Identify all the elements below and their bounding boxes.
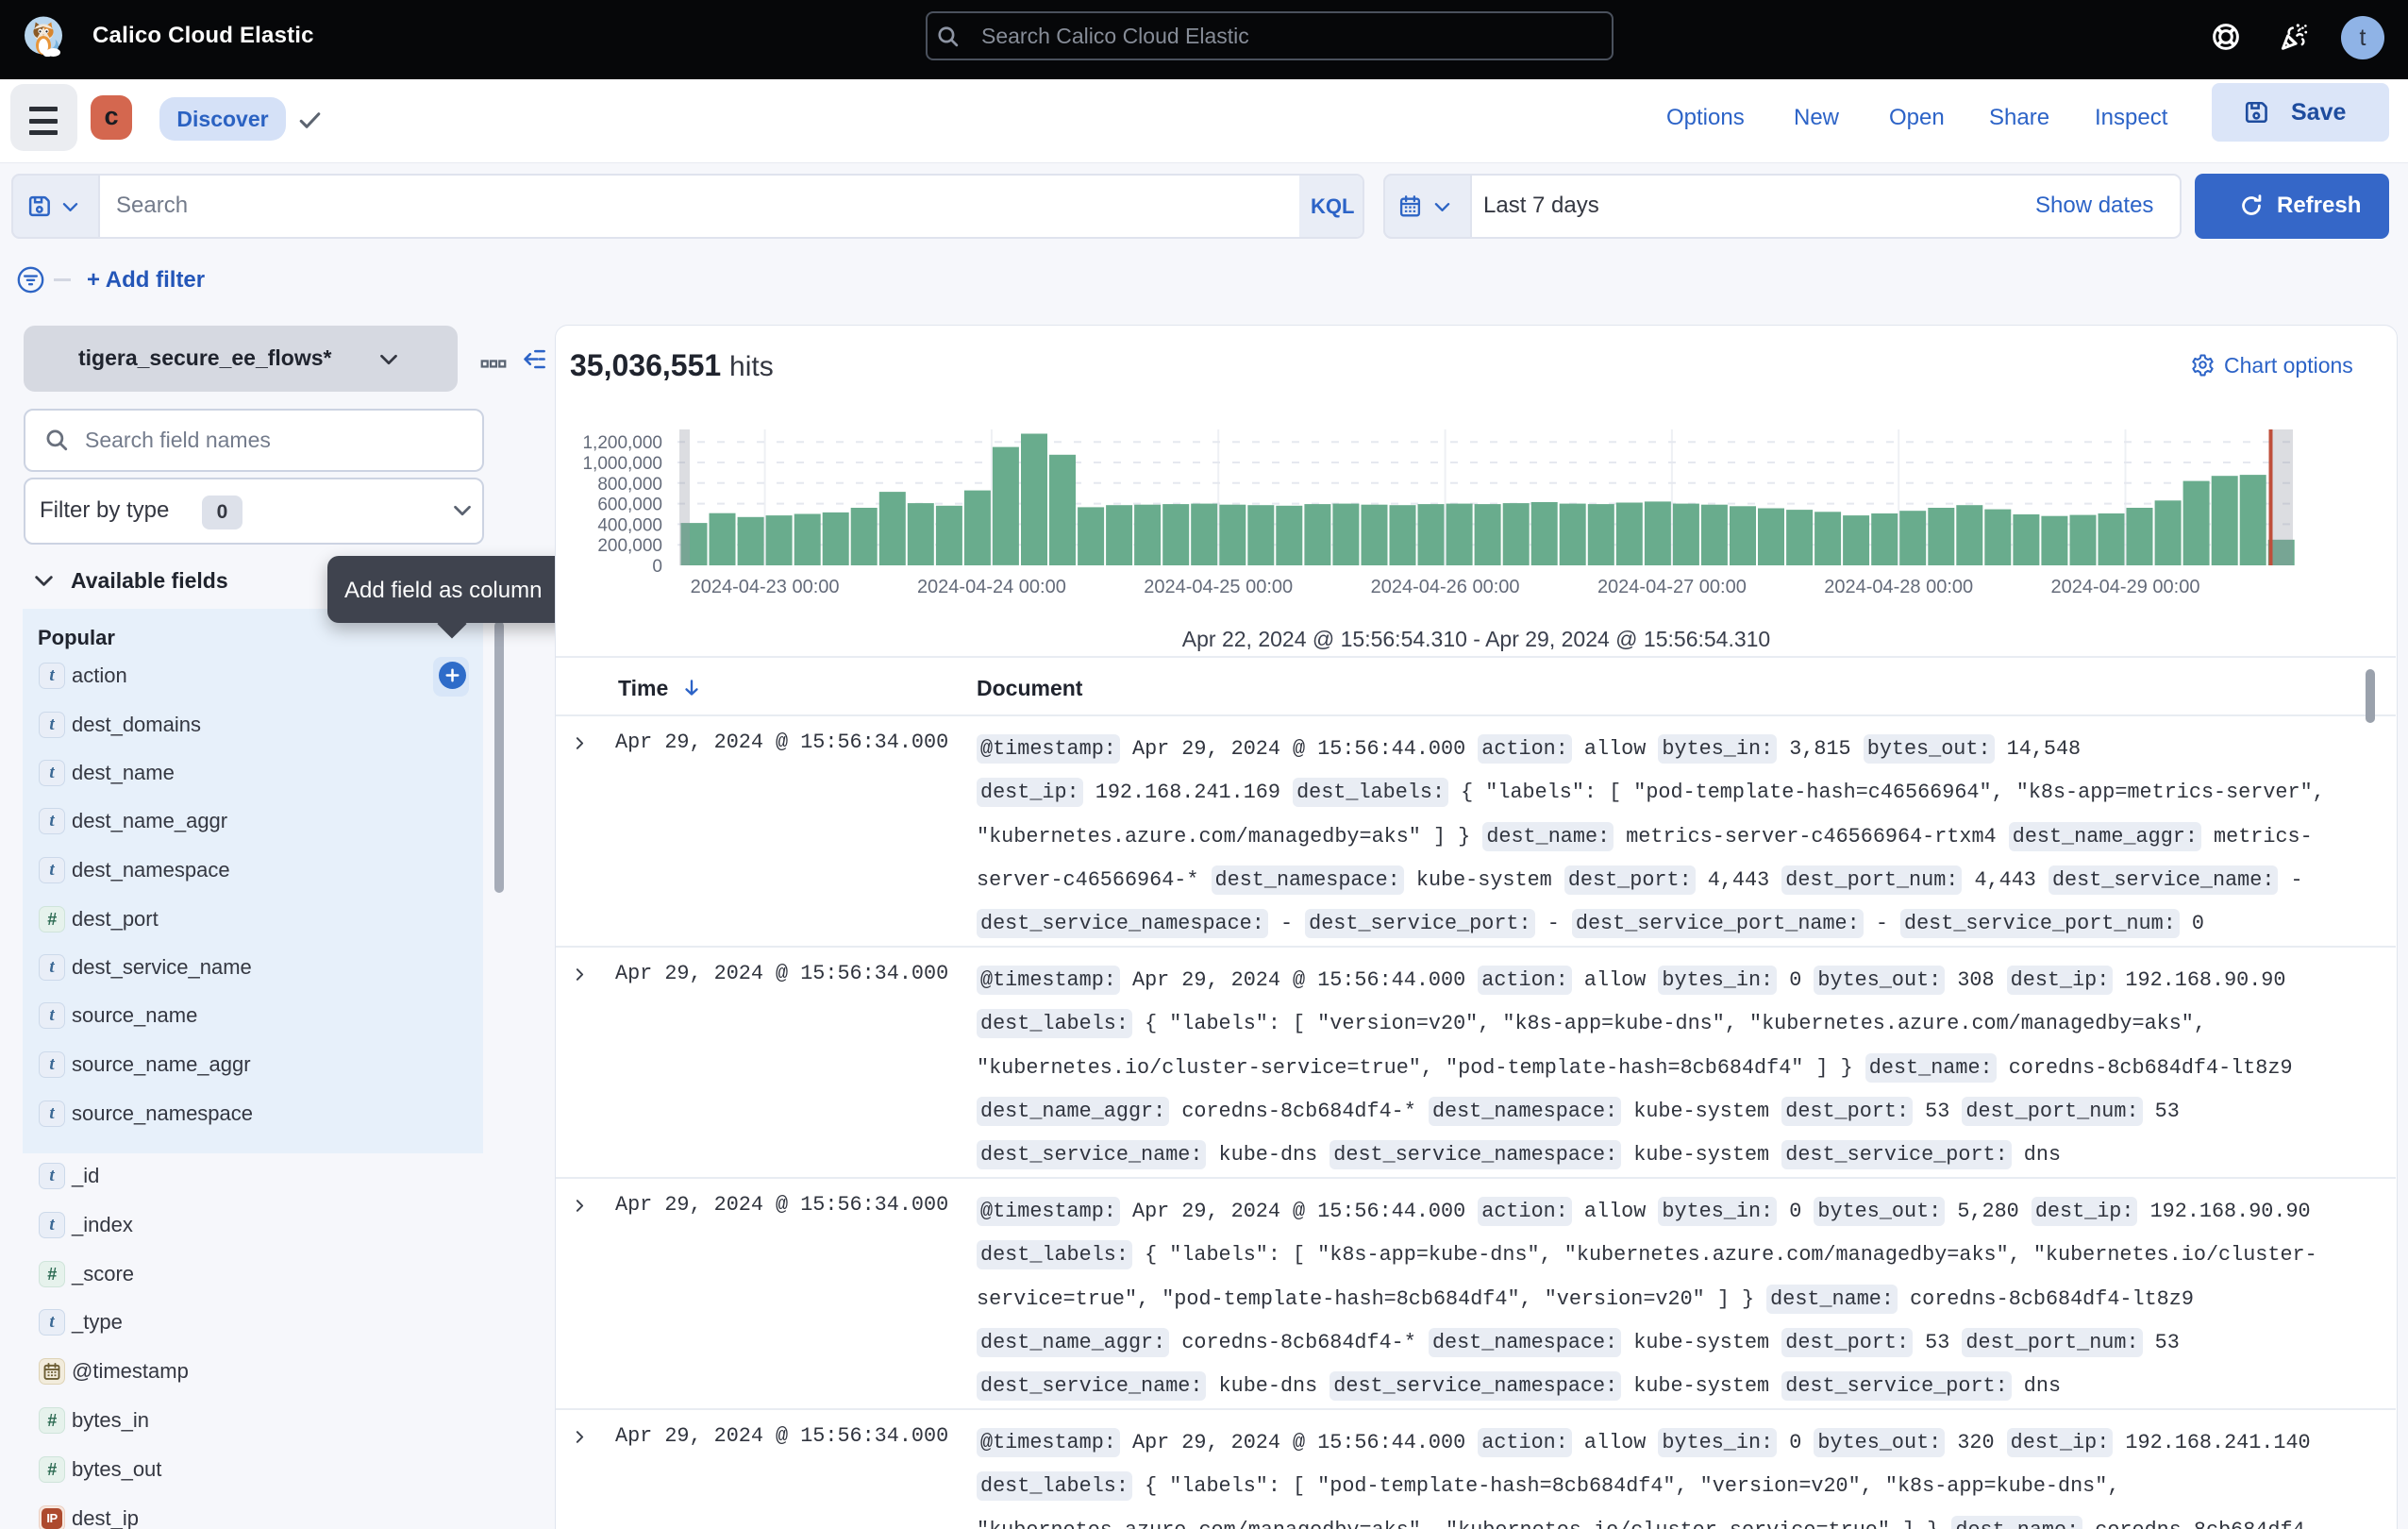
svg-text:2024-04-28 00:00: 2024-04-28 00:00 [1824,577,1973,597]
svg-text:2024-04-29 00:00: 2024-04-29 00:00 [2051,577,2200,597]
svg-text:1,000,000: 1,000,000 [582,454,662,474]
svg-text:2024-04-26 00:00: 2024-04-26 00:00 [1371,577,1520,597]
svg-text:200,000: 200,000 [597,536,662,556]
svg-text:0: 0 [652,557,662,577]
svg-text:400,000: 400,000 [597,515,662,535]
svg-text:800,000: 800,000 [597,475,662,495]
svg-text:2024-04-25 00:00: 2024-04-25 00:00 [1144,577,1293,597]
svg-text:2024-04-27 00:00: 2024-04-27 00:00 [1597,577,1747,597]
svg-text:2024-04-23 00:00: 2024-04-23 00:00 [691,577,840,597]
svg-text:2024-04-24 00:00: 2024-04-24 00:00 [917,577,1066,597]
svg-text:1,200,000: 1,200,000 [582,433,662,453]
svg-text:600,000: 600,000 [597,496,662,515]
